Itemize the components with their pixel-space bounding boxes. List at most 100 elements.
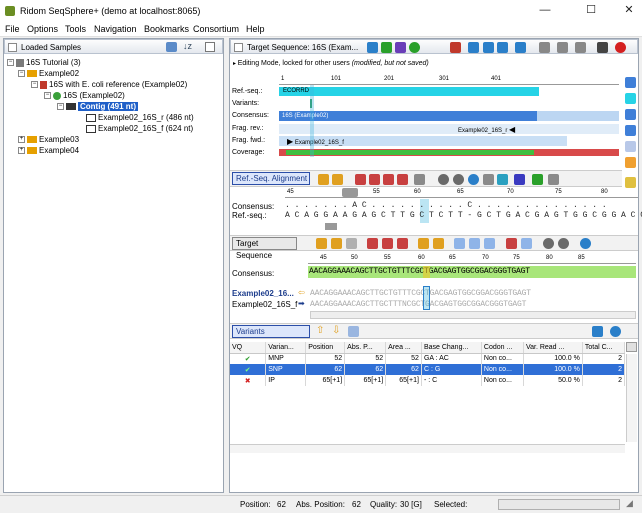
settings-icon[interactable] bbox=[514, 174, 525, 185]
grid-icon[interactable] bbox=[395, 42, 406, 53]
forward-icon[interactable] bbox=[483, 42, 494, 53]
zoom-in-icon[interactable] bbox=[543, 238, 554, 249]
tree-item-example04[interactable]: + Example04 bbox=[18, 146, 79, 155]
edit-n-icon[interactable] bbox=[484, 238, 495, 249]
prev-icon[interactable] bbox=[318, 174, 329, 185]
mnp-icon[interactable] bbox=[369, 174, 380, 185]
export-alignment-icon[interactable] bbox=[548, 174, 559, 185]
consensus-sequence-row[interactable]: AACAGGAAACAGCTTGCTGTTTCGCTGACGAGTGGCGGAC… bbox=[308, 266, 636, 278]
undo-icon[interactable] bbox=[316, 238, 327, 249]
column-header[interactable]: Total C... bbox=[582, 342, 626, 354]
mark-icon[interactable] bbox=[506, 238, 517, 249]
info-icon[interactable] bbox=[468, 174, 479, 185]
column-header[interactable]: Varian... bbox=[265, 342, 307, 354]
ref-seq-bar[interactable]: ECORRD bbox=[279, 87, 539, 96]
column-header[interactable]: Base Chang... bbox=[421, 342, 482, 354]
maximize-button[interactable]: ☐ bbox=[583, 3, 599, 17]
down-icon[interactable] bbox=[497, 42, 508, 53]
minimize-button[interactable]: — bbox=[537, 3, 553, 17]
column-chooser-icon[interactable] bbox=[626, 342, 637, 352]
next-icon[interactable] bbox=[332, 174, 343, 185]
tree-item-contig[interactable]: − Contig (491 nt) bbox=[57, 102, 138, 111]
tree-item-read-r[interactable]: Example02_16S_r (486 nt) bbox=[86, 113, 194, 122]
menu-consortium[interactable]: Consortium bbox=[193, 24, 239, 34]
menu-file[interactable]: File bbox=[5, 24, 20, 34]
consensus-icon[interactable] bbox=[625, 109, 636, 120]
sort-icon[interactable]: ↓z bbox=[183, 41, 192, 51]
target-hscroll[interactable] bbox=[310, 311, 636, 319]
globe-icon[interactable] bbox=[409, 42, 420, 53]
tree-expander[interactable]: − bbox=[7, 59, 14, 67]
wifi-icon[interactable] bbox=[381, 42, 392, 53]
column-header[interactable]: Codon ... bbox=[481, 342, 524, 354]
cut-end-icon[interactable] bbox=[382, 238, 393, 249]
tree-item-16s-example02[interactable]: −16S (Example02) bbox=[44, 91, 125, 100]
down-arrow-icon[interactable]: ⇩ bbox=[332, 325, 340, 336]
lock-icon[interactable] bbox=[557, 42, 568, 53]
zoom-out-icon[interactable] bbox=[558, 238, 569, 249]
ip-icon[interactable] bbox=[397, 174, 408, 185]
tree-expander[interactable]: + bbox=[18, 147, 25, 155]
tree-expander[interactable]: + bbox=[18, 136, 25, 144]
table-row[interactable]: ✔ MNP 52 52 52 GA : AC Non co... 100.0 %… bbox=[230, 353, 626, 364]
column-header[interactable]: Var. Read ... bbox=[523, 342, 583, 354]
alignment-scroll-handle[interactable] bbox=[325, 223, 337, 230]
stack-icon[interactable] bbox=[625, 157, 636, 168]
edit-icon[interactable] bbox=[454, 238, 465, 249]
clear-icon[interactable] bbox=[346, 238, 357, 249]
column-header[interactable]: Area ... bbox=[385, 342, 422, 354]
align-icon[interactable] bbox=[532, 174, 543, 185]
table-row[interactable]: ✖ IP 65[+1] 65[+1] 65[+1] - : C Non co..… bbox=[230, 375, 626, 386]
refresh-icon[interactable] bbox=[483, 174, 494, 185]
next-icon[interactable] bbox=[433, 238, 444, 249]
close-button[interactable]: ✕ bbox=[621, 3, 637, 17]
save-icon[interactable] bbox=[597, 42, 608, 53]
tree-item-read-f[interactable]: Example02_16S_f (624 nt) bbox=[86, 124, 193, 133]
read1-label[interactable]: Example02_16... bbox=[232, 289, 294, 298]
pen-icon[interactable] bbox=[625, 177, 636, 188]
overview-icon[interactable] bbox=[625, 77, 636, 88]
tree-item-example03[interactable]: + Example03 bbox=[18, 135, 79, 144]
menu-navigation[interactable]: Navigation bbox=[94, 24, 137, 34]
tree-expander[interactable]: − bbox=[18, 70, 25, 78]
tree-expander[interactable]: − bbox=[44, 92, 51, 100]
frag-fwd-bar[interactable]: ▶ Example02_16S_f bbox=[279, 136, 567, 146]
close-sequence-icon[interactable] bbox=[615, 42, 626, 53]
snp-icon[interactable] bbox=[355, 174, 366, 185]
scroll-thumb[interactable] bbox=[342, 188, 358, 197]
table-hscroll[interactable] bbox=[230, 444, 625, 453]
dp-icon[interactable] bbox=[383, 174, 394, 185]
table-row-selected[interactable]: ✔ SNP 62 62 62 C : G Non co... 100.0 % 2 bbox=[230, 364, 626, 375]
tree-item-16s-ecoli[interactable]: −16S with E. coli reference (Example02) bbox=[31, 80, 187, 89]
tree-expander[interactable]: − bbox=[57, 103, 64, 111]
redo-icon[interactable] bbox=[331, 238, 342, 249]
filter-icon[interactable] bbox=[414, 174, 425, 185]
prev-icon[interactable] bbox=[418, 238, 429, 249]
tool-icon[interactable] bbox=[539, 42, 550, 53]
database-icon[interactable] bbox=[166, 42, 177, 52]
tree-item-example02[interactable]: − Example02 bbox=[18, 69, 79, 78]
read2-label[interactable]: Example02_16S_f bbox=[232, 300, 297, 309]
frag-icon[interactable] bbox=[625, 125, 636, 136]
ref-icon[interactable] bbox=[625, 93, 636, 104]
variant-filter-icon[interactable] bbox=[348, 326, 359, 337]
cut-both-icon[interactable] bbox=[397, 238, 408, 249]
info-icon[interactable] bbox=[367, 42, 378, 53]
consensus-bar[interactable]: 16S (Example02) bbox=[279, 111, 537, 121]
column-header[interactable]: Abs. P... bbox=[344, 342, 387, 354]
filter-reads-icon[interactable] bbox=[521, 238, 532, 249]
variants-tab[interactable]: Variants bbox=[232, 325, 310, 338]
number-icon[interactable] bbox=[497, 174, 508, 185]
resize-grip-icon[interactable]: ◢ bbox=[626, 498, 633, 509]
close-variants-icon[interactable] bbox=[610, 326, 621, 337]
export-icon[interactable] bbox=[575, 42, 586, 53]
ref-seq-alignment-tab[interactable]: Ref.-Seq. Alignment bbox=[232, 172, 310, 185]
tree-expander[interactable]: − bbox=[31, 81, 38, 89]
popout-icon[interactable] bbox=[592, 326, 603, 337]
column-header[interactable]: VQ bbox=[230, 342, 267, 354]
target-sequence-tab[interactable]: Target Sequence bbox=[232, 237, 297, 260]
menu-help[interactable]: Help bbox=[246, 24, 265, 34]
tree-item-16s-tutorial[interactable]: −16S Tutorial (3) bbox=[7, 58, 81, 67]
cut-start-icon[interactable] bbox=[367, 238, 378, 249]
menu-options[interactable]: Options bbox=[27, 24, 58, 34]
